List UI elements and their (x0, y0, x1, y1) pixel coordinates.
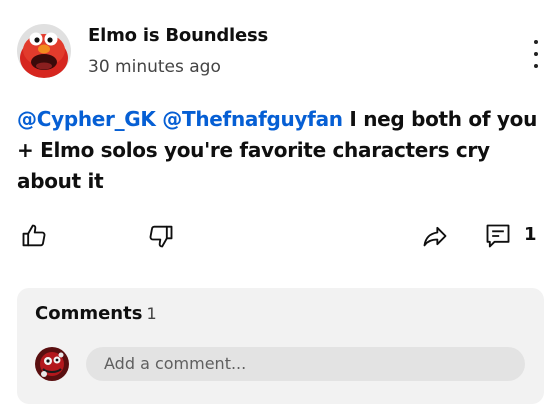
user-avatar-image (35, 347, 69, 381)
mention-link[interactable]: @Thefnafguyfan (162, 107, 343, 131)
comment-icon (486, 224, 510, 248)
thumbs-up-icon (22, 224, 46, 247)
comments-heading: Comments 1 (35, 302, 157, 326)
author-name[interactable]: Elmo is Boundless (88, 24, 268, 48)
share-button[interactable] (420, 221, 450, 251)
dislike-button[interactable] (146, 221, 176, 251)
author-avatar[interactable] (17, 24, 71, 78)
elmo-avatar-image (17, 24, 71, 78)
thumbs-down-icon (149, 225, 173, 248)
comments-title: Comments (35, 303, 143, 324)
like-button[interactable] (19, 221, 49, 251)
post-timestamp: 30 minutes ago (88, 57, 221, 77)
mention-link[interactable]: @Cypher_GK (17, 107, 156, 131)
comment-button[interactable] (483, 221, 513, 251)
reply-count: 1 (524, 224, 537, 245)
add-comment-input[interactable]: Add a comment... (86, 347, 525, 381)
post-body: @Cypher_GK @Thefnafguyfan I neg both of … (17, 104, 537, 197)
share-arrow-icon (423, 226, 447, 247)
comments-count: 1 (146, 304, 157, 323)
comments-section[interactable]: Comments 1 Add a comment... (17, 288, 544, 404)
current-user-avatar (35, 347, 69, 381)
more-options-icon[interactable] (524, 38, 548, 70)
